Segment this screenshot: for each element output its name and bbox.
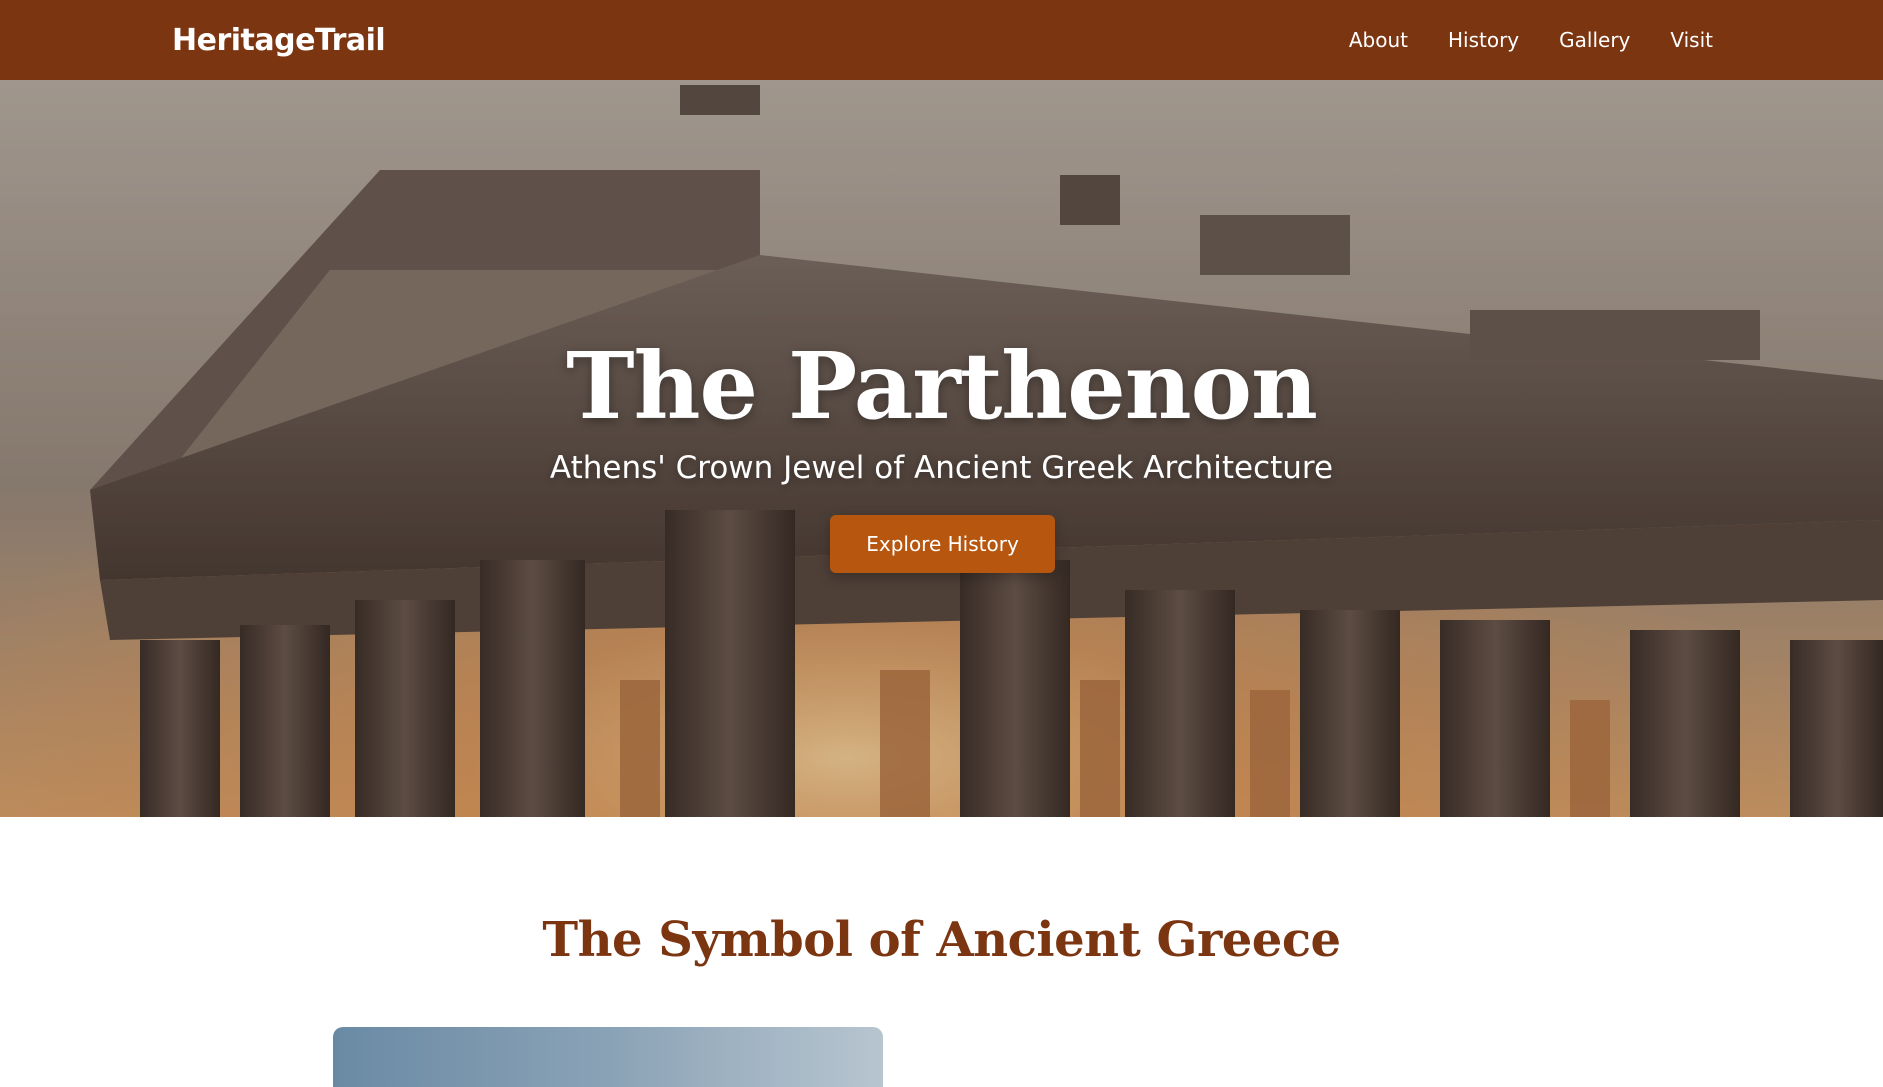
section-title: The Symbol of Ancient Greece xyxy=(542,912,1341,968)
nav-link-gallery[interactable]: Gallery xyxy=(1559,28,1630,52)
hero-section: The Parthenon Athens' Crown Jewel of Anc… xyxy=(0,80,1883,817)
top-navbar: HeritageTrail About History Gallery Visi… xyxy=(0,0,1883,80)
site-logo[interactable]: HeritageTrail xyxy=(172,23,386,58)
main-nav: About History Gallery Visit xyxy=(1349,28,1713,52)
hero-subtitle: Athens' Crown Jewel of Ancient Greek Arc… xyxy=(549,450,1334,486)
hero-content: The Parthenon Athens' Crown Jewel of Anc… xyxy=(0,80,1883,817)
explore-history-button[interactable]: Explore History xyxy=(830,515,1055,573)
nav-link-history[interactable]: History xyxy=(1448,28,1519,52)
nav-link-about[interactable]: About xyxy=(1349,28,1408,52)
section-image xyxy=(333,1027,883,1087)
nav-link-visit[interactable]: Visit xyxy=(1670,28,1713,52)
hero-title: The Parthenon xyxy=(566,332,1318,440)
